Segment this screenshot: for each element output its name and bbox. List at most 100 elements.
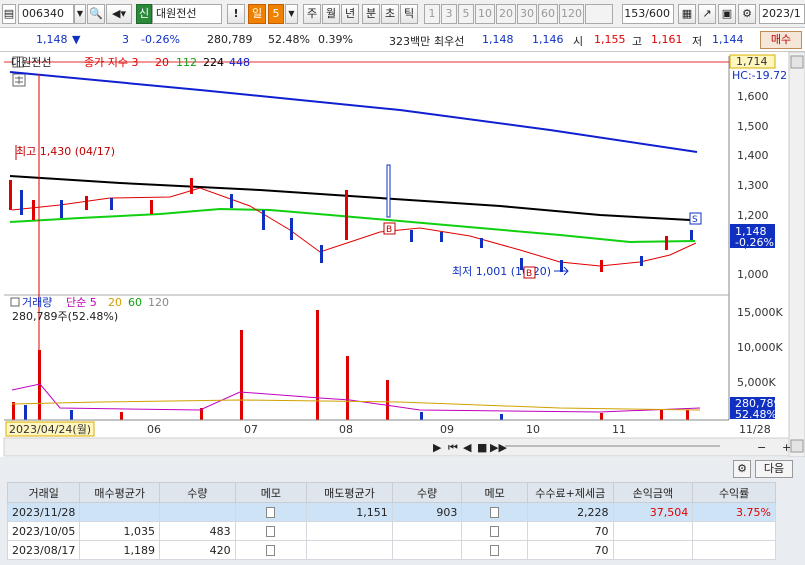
table-row[interactable]: 2023/11/28 1,151 903 2,228 37,504 3.75% bbox=[6, 502, 776, 522]
interval-60-button[interactable]: 60 bbox=[538, 4, 558, 24]
volume-tick: 10,000K bbox=[737, 341, 783, 354]
settings-grid-icon[interactable]: ▦ bbox=[678, 4, 696, 24]
buy-button[interactable]: 매수 bbox=[760, 31, 802, 49]
axis-hc-label: HC:-19.72 bbox=[732, 69, 787, 82]
memo-icon[interactable] bbox=[490, 526, 500, 537]
price-tick: 1,500 bbox=[737, 120, 769, 133]
cell-date: 2023/10/05 bbox=[6, 521, 81, 541]
period-year-button[interactable]: 년 bbox=[341, 4, 359, 24]
col-profit: 손익금액 bbox=[612, 482, 694, 503]
interval-3-button[interactable]: 3 bbox=[441, 4, 457, 24]
cell-buy-qty: 420 bbox=[159, 540, 236, 560]
date-tick: 11 bbox=[612, 423, 626, 436]
stock-chart[interactable]: 1,714 HC:-19.72 1,600 1,500 1,400 1,300 … bbox=[0, 52, 805, 457]
credit-badge: 신 bbox=[136, 4, 152, 24]
cell-buy-memo[interactable] bbox=[234, 540, 308, 560]
cell-buy-memo[interactable] bbox=[234, 521, 308, 541]
chart-menu-icon[interactable]: ▤ bbox=[2, 4, 16, 24]
date-field[interactable]: 2023/1 bbox=[759, 4, 805, 24]
memo-icon[interactable] bbox=[266, 526, 276, 537]
search-icon[interactable]: 🔍 bbox=[87, 4, 105, 24]
legend-vol-ma120: 120 bbox=[148, 296, 169, 309]
volume-tick: 5,000K bbox=[737, 376, 776, 389]
save-icon[interactable]: ▣ bbox=[718, 4, 736, 24]
open-value: 1,155 bbox=[594, 33, 626, 46]
chart-area: 1,714 HC:-19.72 1,600 1,500 1,400 1,300 … bbox=[0, 52, 805, 457]
alert-icon[interactable]: ! bbox=[227, 4, 245, 24]
sound-icon[interactable]: ◀▾ bbox=[106, 4, 132, 24]
period-week-button[interactable]: 주 bbox=[303, 4, 321, 24]
next-button[interactable]: 다음 bbox=[755, 460, 793, 478]
code-dropdown-icon[interactable]: ▼ bbox=[74, 4, 86, 24]
cell-date: 2023/08/17 bbox=[6, 540, 81, 560]
current-pct-label: -0.26% bbox=[735, 236, 774, 249]
trend-icon[interactable]: ↗ bbox=[698, 4, 716, 24]
legend-ma224: 224 bbox=[203, 56, 224, 69]
interval-10-button[interactable]: 10 bbox=[475, 4, 495, 24]
nav-fwd-icon: ▶▶ bbox=[490, 441, 507, 454]
cell-sell-memo[interactable] bbox=[461, 540, 528, 560]
buy-marker[interactable]: B bbox=[383, 222, 396, 235]
col-buy-avg: 매수평균가 bbox=[79, 482, 161, 503]
memo-icon[interactable] bbox=[490, 507, 500, 518]
cell-buy-memo[interactable] bbox=[234, 502, 308, 522]
toolbar: ▤ 006340 ▼ 🔍 ◀▾ 신 대원전선 ! 일 5 ▼ 주 월 년 분 초… bbox=[0, 0, 805, 28]
interval-20-button[interactable]: 20 bbox=[496, 4, 516, 24]
open-label: 시 bbox=[573, 35, 584, 48]
cell-buy-avg: 1,189 bbox=[79, 540, 161, 560]
stock-name-field[interactable]: 대원전선 bbox=[152, 4, 222, 24]
period-month-button[interactable]: 월 bbox=[322, 4, 340, 24]
data-count-field[interactable]: 153/600 bbox=[622, 4, 674, 24]
best-bid-value: 1,146 bbox=[532, 33, 564, 46]
memo-icon[interactable] bbox=[490, 545, 500, 556]
cell-buy-qty bbox=[159, 502, 236, 522]
buy-marker[interactable]: B bbox=[523, 266, 536, 279]
col-trade-date: 거래일 bbox=[6, 482, 81, 503]
cell-sell-memo[interactable] bbox=[461, 521, 528, 541]
interval-custom-input[interactable] bbox=[585, 4, 613, 24]
memo-icon[interactable] bbox=[266, 507, 276, 518]
memo-icon[interactable] bbox=[266, 545, 276, 556]
table-header: 거래일 매수평균가 수량 메모 매도평균가 수량 메모 수수료+제세금 손익금액… bbox=[6, 482, 776, 503]
cell-sell-memo[interactable] bbox=[461, 502, 528, 522]
legend-stock-name: 대원전선 bbox=[11, 56, 51, 69]
interval-30-button[interactable]: 30 bbox=[517, 4, 537, 24]
stock-code-input[interactable]: 006340 bbox=[18, 4, 74, 24]
scroll-down-icon[interactable] bbox=[790, 439, 804, 453]
col-buy-qty: 수량 bbox=[159, 482, 236, 503]
gear-icon[interactable]: ⚙ bbox=[738, 4, 756, 24]
cell-return bbox=[692, 540, 776, 560]
trade-table: 거래일 매수평균가 수량 메모 매도평균가 수량 메모 수수료+제세금 손익금액… bbox=[6, 482, 776, 560]
table-row[interactable]: 2023/10/05 1,035 483 70 bbox=[6, 521, 776, 541]
current-volume-pct-label: 52.48% bbox=[735, 408, 777, 421]
period-day-button[interactable]: 일 bbox=[248, 4, 266, 24]
cell-buy-avg: 1,035 bbox=[79, 521, 161, 541]
cell-fee-tax: 70 bbox=[526, 540, 614, 560]
nav-prev-icon: ▶ bbox=[433, 441, 442, 454]
cell-profit bbox=[612, 521, 694, 541]
interval-1-button[interactable]: 1 bbox=[424, 4, 440, 24]
cell-sell-qty bbox=[391, 521, 463, 541]
period-second-button[interactable]: 초 bbox=[381, 4, 399, 24]
cell-return: 3.75% bbox=[692, 502, 776, 522]
high-annotation: 최고 1,430 (04/17) bbox=[16, 145, 115, 158]
interval-120-button[interactable]: 120 bbox=[559, 4, 584, 24]
interval-5-button[interactable]: 5 bbox=[458, 4, 474, 24]
gear-icon[interactable]: ⚙ bbox=[733, 460, 751, 478]
scroll-up-icon[interactable] bbox=[790, 55, 804, 69]
multiplier-dropdown-icon[interactable]: ▼ bbox=[285, 4, 298, 24]
high-label: 고 bbox=[632, 35, 643, 48]
legend-vol-ma60: 60 bbox=[128, 296, 142, 309]
down-arrow-icon: ▼ bbox=[72, 33, 81, 46]
legend-ma112: 112 bbox=[176, 56, 197, 69]
table-row[interactable]: 2023/08/17 1,189 420 70 bbox=[6, 540, 776, 560]
nav-first-icon: ⏮ bbox=[448, 441, 458, 454]
cell-sell-avg bbox=[306, 540, 393, 560]
period-minute-button[interactable]: 분 bbox=[362, 4, 380, 24]
best-ask-label: 최우선 bbox=[434, 35, 465, 48]
sell-marker[interactable]: S bbox=[689, 212, 702, 225]
period-tick-button[interactable]: 틱 bbox=[400, 4, 418, 24]
zoom-out-icon: − bbox=[757, 441, 766, 454]
nav-back-icon: ◀ bbox=[463, 441, 472, 454]
period-multiplier[interactable]: 5 bbox=[268, 4, 284, 24]
